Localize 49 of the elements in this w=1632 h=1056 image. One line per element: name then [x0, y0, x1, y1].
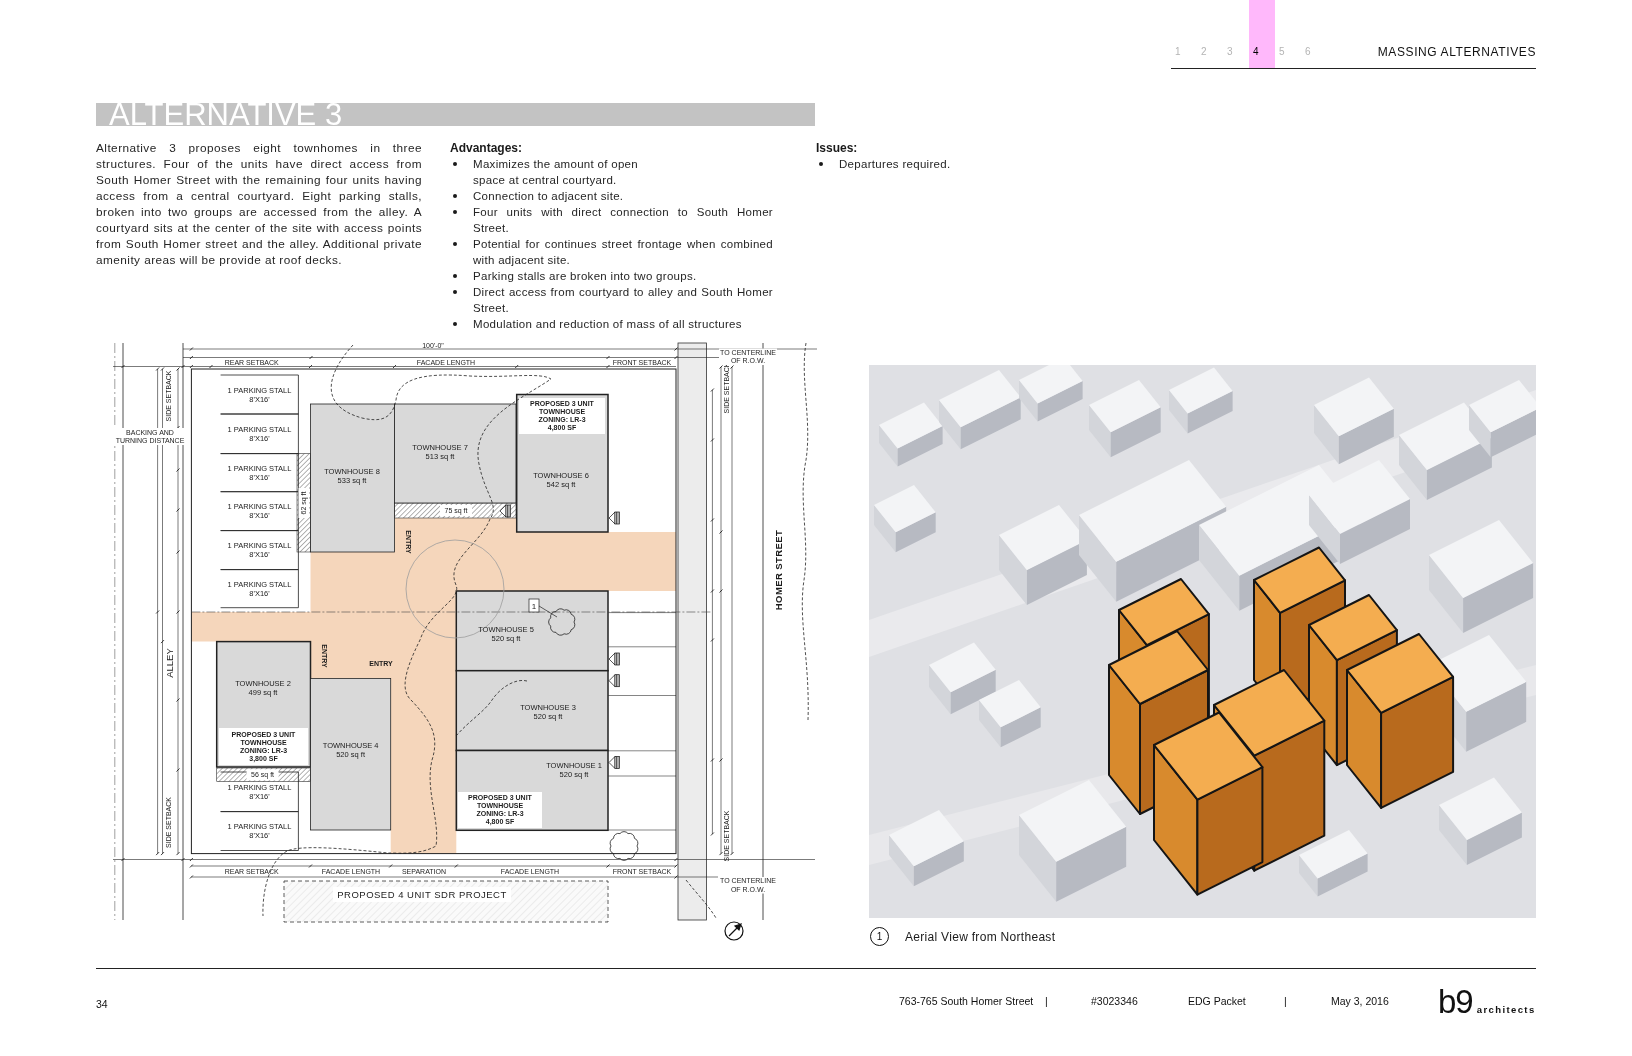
separator-text: |	[1045, 995, 1049, 1007]
alley-label: ALLEY	[163, 648, 175, 678]
bullet-icon	[453, 194, 457, 198]
image-caption: Aerial View from Northeast	[905, 929, 1056, 944]
section-title: MASSING ALTERNATIVES	[1377, 45, 1536, 61]
section-number: 2	[1200, 45, 1208, 59]
advantage-item: Maximizes the amount of open space at central courtyard.	[473, 157, 639, 188]
bullet-icon	[453, 162, 457, 166]
separator-text: |	[1284, 995, 1288, 1007]
tree-tag: 1	[528, 598, 540, 613]
advantage-item: Parking stalls are broken into two groups.	[473, 269, 698, 284]
project-number: #3023346	[1091, 995, 1139, 1007]
triangle-marker-icon	[608, 674, 620, 688]
leader-line	[538, 605, 558, 618]
neighbor-project-label: PROPOSED 4 UNIT SDR PROJECT	[333, 887, 511, 902]
architects-logo: b9 architects	[1438, 984, 1536, 1018]
advantage-item: Four units with direct connection to South Homer Street.	[473, 205, 773, 236]
section-number: 6	[1304, 45, 1312, 59]
triangle-marker-icon	[608, 756, 620, 769]
section-number: 3	[1226, 45, 1234, 59]
section-number: 4	[1249, 0, 1275, 68]
alternative-title: ALTERNATIVE 3	[96, 103, 815, 126]
advantage-item: Modulation and reduction of mass of all structures	[473, 317, 743, 332]
section-number: 1	[1174, 45, 1182, 59]
footer-date: May 3, 2016	[1331, 995, 1390, 1007]
footer-address: 763-765 South Homer Street	[899, 995, 1035, 1007]
advantage-item: Connection to adjacent site.	[473, 189, 625, 204]
dashed-line	[685, 879, 717, 919]
advantage-item: Potential for continues street frontage when combined with adjacent site.	[473, 237, 773, 268]
bullet-icon	[453, 322, 457, 326]
street-label: HOMER STREET	[773, 529, 785, 611]
page-number: 34	[96, 997, 109, 1010]
issues-heading: Issues:	[816, 140, 859, 156]
bullet-icon	[453, 290, 457, 294]
tree-icon	[609, 831, 639, 861]
section-number: 5	[1278, 45, 1286, 59]
advantage-item: Direct access from courtyard to alley and South Homer Street.	[473, 285, 773, 316]
issue-item: Departures required.	[839, 157, 952, 172]
triangle-marker-icon	[499, 504, 511, 518]
document-title: EDG Packet	[1188, 995, 1247, 1007]
tree-icon	[548, 608, 576, 636]
bullet-icon	[453, 242, 457, 246]
intro-paragraph: Alternative 3 proposes eight townhomes in three structures. Four of the units have direct access from South Homer Street with the remaining four units having access from a central courtyard. Eight parking stalls, broken into two groups are accessed from the alley. A courtyard sits at the center of the site with access points from South Homer street and the alley. Additional private amenity areas will be provide at roof decks.	[96, 140, 422, 268]
bullet-icon	[453, 274, 457, 278]
advantages-heading: Advantages:	[450, 140, 524, 156]
bullet-icon	[453, 210, 457, 214]
triangle-marker-icon	[608, 652, 620, 666]
triangle-marker-icon	[608, 511, 620, 525]
bullet-icon	[819, 162, 823, 166]
